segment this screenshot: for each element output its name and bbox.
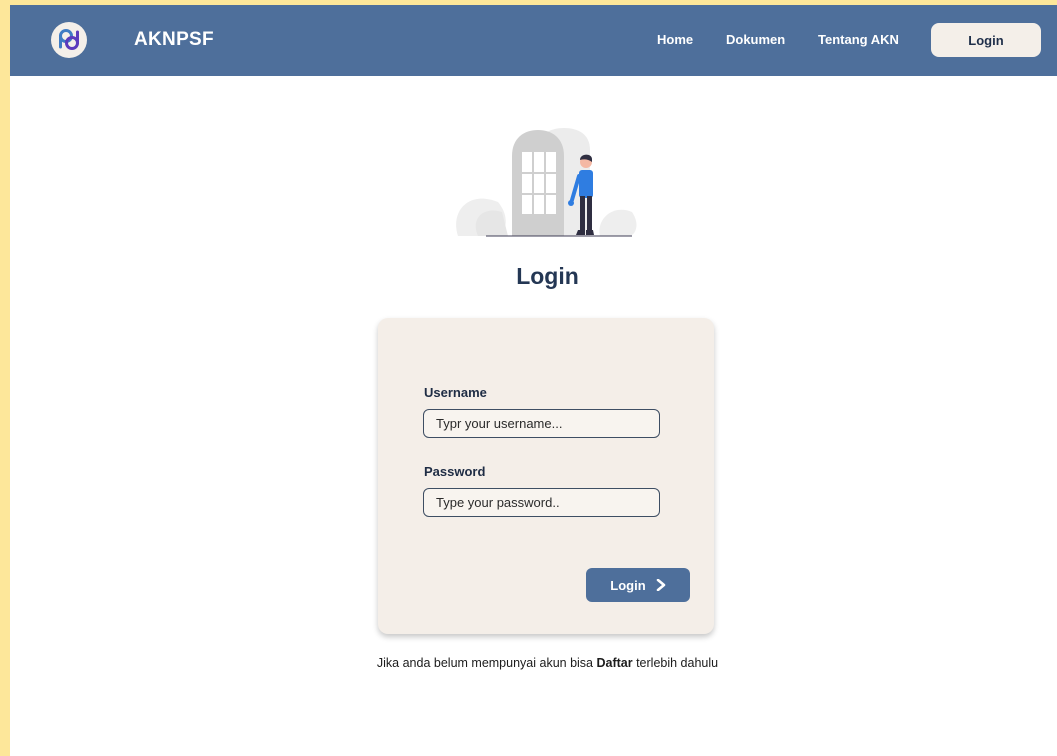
login-card: Username Password Login: [378, 318, 714, 634]
page-frame: AKNPSF Home Dokumen Tentang AKN Login Lo…: [10, 5, 1057, 756]
register-prompt-before: Jika anda belum mempunyai akun bisa: [376, 656, 597, 670]
password-input[interactable]: [423, 488, 660, 517]
nav-dokumen[interactable]: Dokumen: [726, 32, 785, 47]
register-link[interactable]: Daftar: [596, 656, 632, 670]
login-submit-label: Login: [610, 577, 646, 593]
nav-home[interactable]: Home: [657, 32, 693, 47]
brand-name[interactable]: AKNPSF: [134, 29, 214, 51]
username-input[interactable]: [423, 409, 660, 438]
nav-tentang-akn[interactable]: Tentang AKN: [818, 32, 899, 47]
password-label: Password: [424, 464, 486, 479]
username-label: Username: [424, 385, 487, 400]
page-title: Login: [516, 263, 579, 289]
login-door-illustration: [456, 128, 637, 237]
logo-icon[interactable]: [51, 22, 87, 58]
register-prompt: Jika anda belum mempunyai akun bisa Daft…: [10, 656, 1057, 670]
navbar: AKNPSF Home Dokumen Tentang AKN Login: [10, 5, 1057, 76]
nav-login-button[interactable]: Login: [931, 23, 1041, 57]
register-prompt-after: terlebih dahulu: [632, 656, 719, 670]
login-submit-button[interactable]: Login: [586, 568, 690, 602]
chevron-right-icon: [656, 579, 665, 591]
